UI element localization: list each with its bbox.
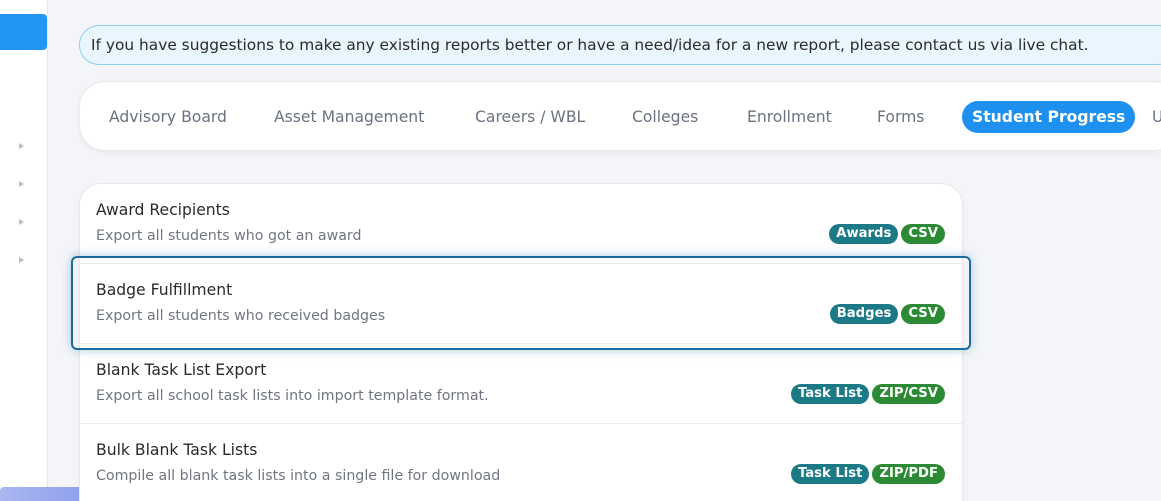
report-row-blank-task-list-export[interactable]: Blank Task List Export Export all school… <box>80 344 962 424</box>
chevron-right-icon[interactable] <box>19 143 24 149</box>
report-row-badge-fulfillment[interactable]: Badge Fulfillment Export all students wh… <box>80 264 962 344</box>
report-description: Export all students who received badges <box>96 308 386 324</box>
tab-advisory-board[interactable]: Advisory Board <box>109 101 227 133</box>
report-category-tabs: Advisory Board Asset Management Careers … <box>79 81 1161 151</box>
format-badge: ZIP/CSV <box>872 384 945 404</box>
tab-colleges[interactable]: Colleges <box>632 101 698 133</box>
report-title: Bulk Blank Task Lists <box>96 441 258 459</box>
category-badge: Task List <box>790 464 870 484</box>
sidebar <box>0 0 48 501</box>
report-title: Blank Task List Export <box>96 361 267 379</box>
banner-text: If you have suggestions to make any exis… <box>91 36 1089 54</box>
report-title: Award Recipients <box>96 201 230 219</box>
tab-student-progress[interactable]: Student Progress <box>962 101 1136 133</box>
report-tags: Badges CSV <box>829 304 945 324</box>
suggestion-banner: If you have suggestions to make any exis… <box>79 25 1161 65</box>
report-tags: Task List ZIP/PDF <box>790 464 945 484</box>
category-badge: Awards <box>829 224 899 244</box>
report-title: Badge Fulfillment <box>96 281 233 299</box>
format-badge: ZIP/PDF <box>872 464 945 484</box>
report-description: Compile all blank task lists into a sing… <box>96 468 501 484</box>
category-badge: Badges <box>829 304 899 324</box>
report-description: Export all students who got an award <box>96 228 362 244</box>
reports-list: Award Recipients Export all students who… <box>79 183 963 501</box>
format-badge: CSV <box>901 224 945 244</box>
chevron-right-icon[interactable] <box>19 219 24 225</box>
tab-u[interactable]: U <box>1152 101 1161 133</box>
format-badge: CSV <box>901 304 945 324</box>
report-description: Export all school task lists into import… <box>96 388 489 404</box>
tab-asset-management[interactable]: Asset Management <box>274 101 424 133</box>
report-row-award-recipients[interactable]: Award Recipients Export all students who… <box>80 184 962 264</box>
tab-forms[interactable]: Forms <box>877 101 924 133</box>
tab-enrollment[interactable]: Enrollment <box>747 101 832 133</box>
tab-careers-wbl[interactable]: Careers / WBL <box>475 101 585 133</box>
category-badge: Task List <box>790 384 870 404</box>
chevron-right-icon[interactable] <box>19 181 24 187</box>
sidebar-active-item[interactable] <box>0 14 47 50</box>
report-row-bulk-blank-task-lists[interactable]: Bulk Blank Task Lists Compile all blank … <box>80 424 962 501</box>
report-tags: Task List ZIP/CSV <box>790 384 945 404</box>
chevron-right-icon[interactable] <box>19 257 24 263</box>
report-tags: Awards CSV <box>829 224 945 244</box>
